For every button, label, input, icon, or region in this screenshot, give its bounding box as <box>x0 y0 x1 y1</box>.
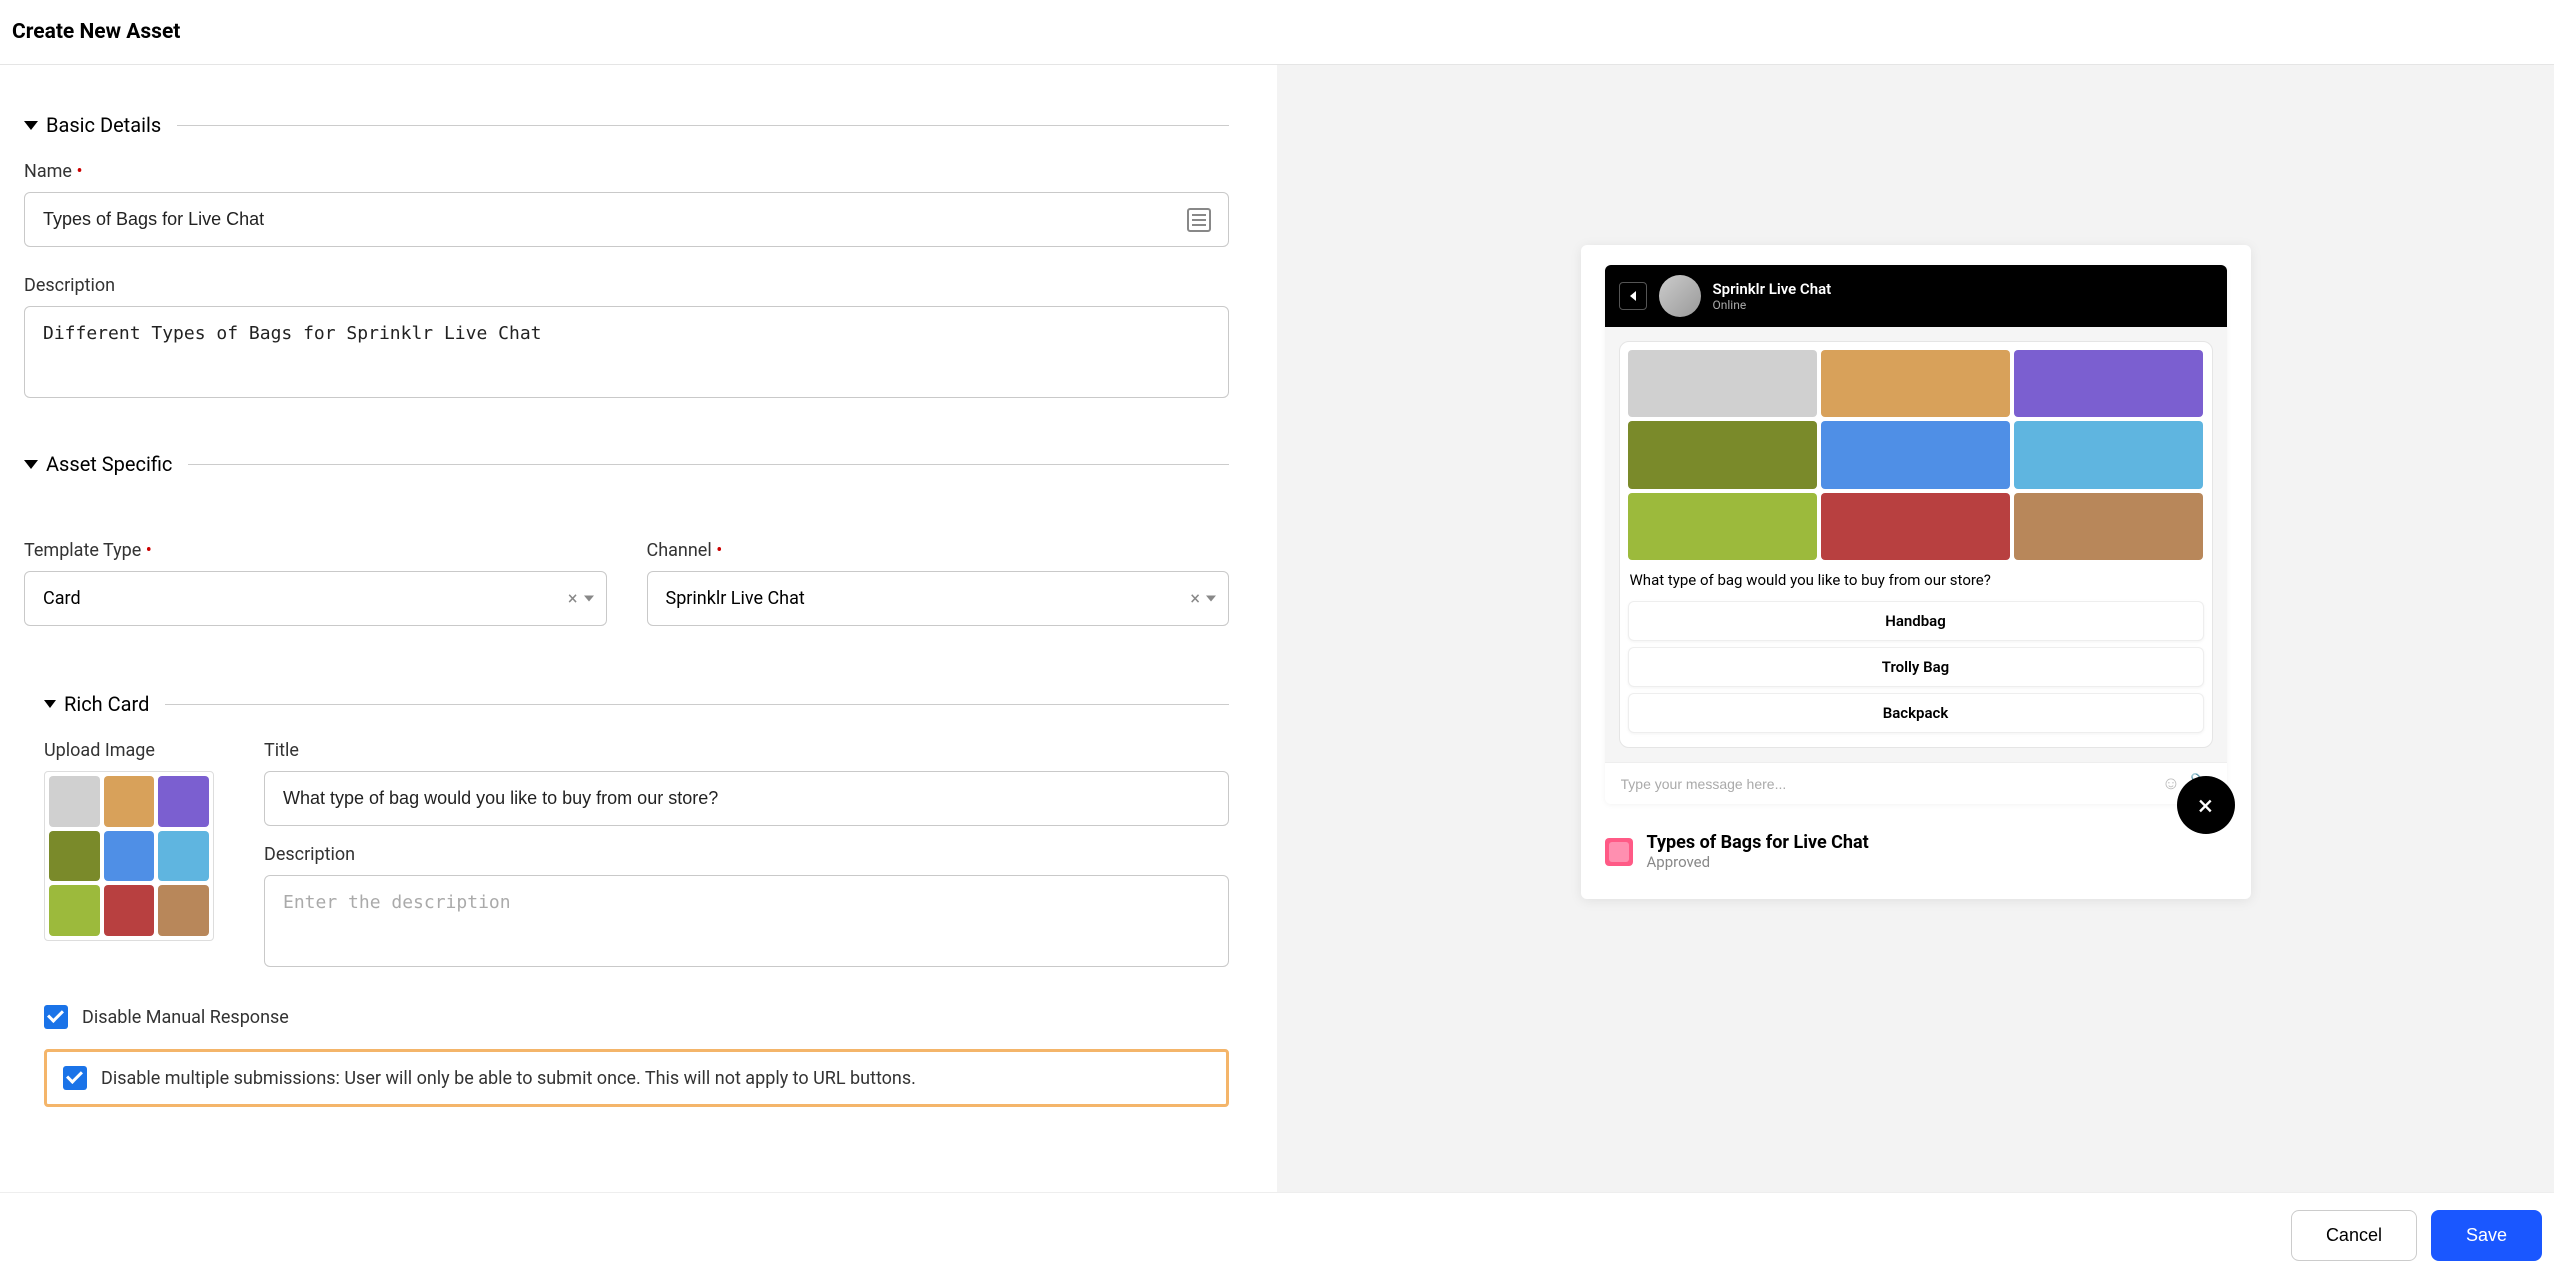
asset-status: Approved <box>1647 853 1869 871</box>
disable-manual-row: Disable Manual Response <box>44 1005 1229 1029</box>
template-type-value: Card <box>43 588 81 609</box>
message-bubble: What type of bag would you like to buy f… <box>1619 341 2213 748</box>
asset-title: Types of Bags for Live Chat <box>1647 832 1869 853</box>
caret-down-icon[interactable] <box>44 700 56 708</box>
clear-icon[interactable]: × <box>1190 588 1200 609</box>
title-input[interactable] <box>264 771 1229 826</box>
asset-icon <box>1605 838 1633 866</box>
clear-icon[interactable]: × <box>568 588 578 609</box>
select-controls: × <box>1190 588 1216 609</box>
template-channel-row: Template Type • Card × Channel • Sprinkl… <box>24 540 1229 626</box>
close-chat-button[interactable]: × <box>2177 776 2235 834</box>
chat-body: What type of bag would you like to buy f… <box>1605 327 2227 762</box>
list-icon[interactable] <box>1187 208 1211 232</box>
disable-manual-label: Disable Manual Response <box>82 1007 289 1028</box>
form-pane: Basic Details Name • Description Differe… <box>0 65 1277 1193</box>
section-title: Rich Card <box>64 692 149 716</box>
asset-meta-text: Types of Bags for Live Chat Approved <box>1647 832 1869 871</box>
page-header: Create New Asset <box>0 0 2554 65</box>
channel-select[interactable]: Sprinklr Live Chat × <box>647 571 1230 626</box>
disable-multiple-row: Disable multiple submissions: User will … <box>44 1049 1229 1107</box>
emoji-icon[interactable]: ☺ <box>2162 773 2180 794</box>
title-label: Title <box>264 740 1229 761</box>
chevron-down-icon[interactable] <box>584 596 594 602</box>
section-asset-specific: Asset Specific <box>24 452 1229 476</box>
cancel-button[interactable]: Cancel <box>2291 1210 2417 1261</box>
rich-fields: Title Description <box>264 740 1229 973</box>
template-type-select[interactable]: Card × <box>24 571 607 626</box>
description-input[interactable]: Different Types of Bags for Sprinklr Liv… <box>24 306 1229 398</box>
rich-description-label: Description <box>264 844 1229 865</box>
quick-reply-option[interactable]: Trolly Bag <box>1628 647 2204 687</box>
channel-label: Channel • <box>647 540 1230 561</box>
chat-widget: Sprinklr Live Chat Online What type of b… <box>1605 265 2227 804</box>
upload-image-thumbnail[interactable] <box>44 771 214 941</box>
description-wrap: Different Types of Bags for Sprinklr Liv… <box>24 306 1229 404</box>
section-basic-details: Basic Details <box>24 113 1229 137</box>
template-type-label: Template Type • <box>24 540 607 561</box>
chat-header: Sprinklr Live Chat Online <box>1605 265 2227 327</box>
divider <box>165 704 1229 705</box>
preview-card: Sprinklr Live Chat Online What type of b… <box>1581 245 2251 899</box>
quick-reply-option[interactable]: Backpack <box>1628 693 2204 733</box>
footer-bar: Cancel Save <box>0 1192 2554 1278</box>
chat-input-bar: ☺ 📎 <box>1605 762 2227 804</box>
chevron-down-icon[interactable] <box>1206 596 1216 602</box>
rich-description-input[interactable] <box>264 875 1229 967</box>
preview-pane: Sprinklr Live Chat Online What type of b… <box>1277 65 2554 1193</box>
divider <box>188 464 1229 465</box>
caret-down-icon[interactable] <box>24 460 38 469</box>
description-label: Description <box>24 275 1229 296</box>
asset-meta: Types of Bags for Live Chat Approved <box>1581 804 2251 879</box>
caret-down-icon[interactable] <box>24 121 38 130</box>
divider <box>177 125 1229 126</box>
disable-multiple-checkbox[interactable] <box>63 1066 87 1090</box>
section-rich-card: Rich Card <box>44 692 1229 716</box>
chat-header-text: Sprinklr Live Chat Online <box>1713 280 1832 312</box>
quick-reply-option[interactable]: Handbag <box>1628 601 2204 641</box>
channel-value: Sprinklr Live Chat <box>666 588 805 609</box>
chat-title: Sprinklr Live Chat <box>1713 280 1832 298</box>
avatar <box>1659 275 1701 317</box>
disable-multiple-label: Disable multiple submissions: User will … <box>101 1068 916 1089</box>
save-button[interactable]: Save <box>2431 1210 2542 1261</box>
bubble-image <box>1628 350 2204 560</box>
upload-column: Upload Image <box>44 740 224 973</box>
name-input[interactable] <box>24 192 1229 247</box>
upload-image-label: Upload Image <box>44 740 224 761</box>
bubble-text: What type of bag would you like to buy f… <box>1630 570 2202 591</box>
section-title: Asset Specific <box>46 452 172 476</box>
rich-card-row: Upload Image Title Description <box>44 740 1229 973</box>
select-controls: × <box>568 588 594 609</box>
close-icon: × <box>2198 789 2213 822</box>
name-input-wrap <box>24 192 1229 247</box>
disable-manual-checkbox[interactable] <box>44 1005 68 1029</box>
name-label: Name • <box>24 161 1229 182</box>
section-title: Basic Details <box>46 113 161 137</box>
content-area: Basic Details Name • Description Differe… <box>0 65 2554 1193</box>
chat-back-button[interactable] <box>1619 282 1647 310</box>
page-title: Create New Asset <box>12 20 2542 44</box>
chevron-left-icon <box>1630 291 1636 301</box>
chat-message-input[interactable] <box>1619 775 2152 793</box>
chat-status: Online <box>1713 298 1832 312</box>
